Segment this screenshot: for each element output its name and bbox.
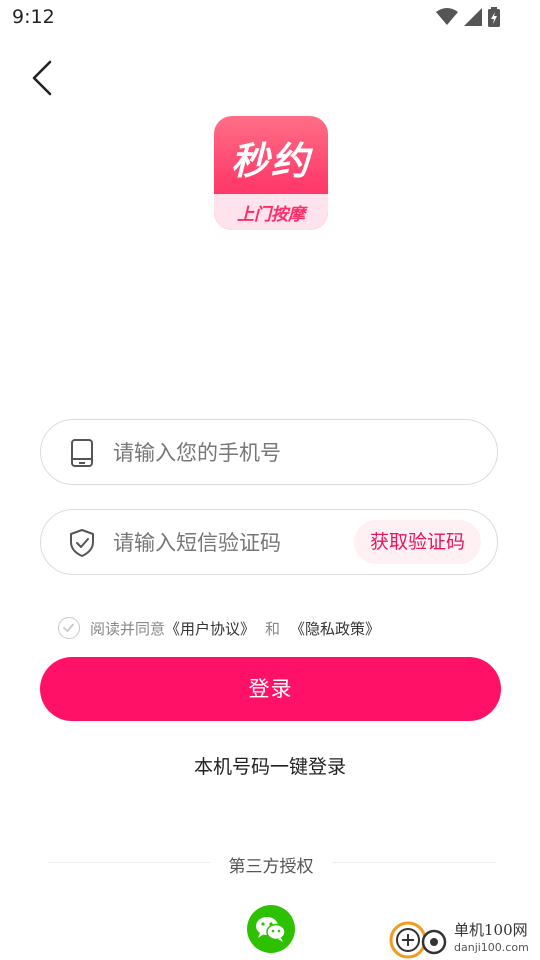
status-time: 9:12 xyxy=(12,6,55,28)
watermark-name: 单机100网 xyxy=(454,921,528,939)
privacy-policy-link[interactable]: 《隐私政策》 xyxy=(290,618,380,639)
watermark-logo-icon xyxy=(389,921,447,959)
agreement-and: 和 xyxy=(265,619,281,638)
wifi-icon xyxy=(436,8,458,25)
agreement-row: 阅读并同意 《用户协议》 和 《隐私政策》 xyxy=(58,617,380,639)
app-logo: 秒约 上门按摩 xyxy=(214,116,328,230)
shield-check-icon xyxy=(70,529,94,557)
login-button[interactable]: 登录 xyxy=(40,657,501,721)
wechat-login-button[interactable] xyxy=(247,905,295,953)
chevron-left-icon xyxy=(32,60,52,96)
agreement-checkbox[interactable] xyxy=(58,617,80,639)
user-agreement-link[interactable]: 《用户协议》 xyxy=(165,618,255,639)
code-field: 获取验证码 xyxy=(40,509,498,575)
check-circle-icon xyxy=(63,623,74,632)
back-button[interactable] xyxy=(26,58,60,98)
logo-subtitle: 上门按摩 xyxy=(237,205,305,225)
agreement-prefix: 阅读并同意 xyxy=(90,619,166,638)
phone-field xyxy=(40,419,498,485)
status-icons xyxy=(436,7,500,27)
code-input[interactable] xyxy=(113,526,373,560)
get-code-button[interactable]: 获取验证码 xyxy=(353,520,481,564)
signal-icon xyxy=(464,8,482,26)
divider-left xyxy=(48,862,210,863)
watermark: 单机100网 danji100.com xyxy=(388,918,538,960)
logo-title: 秒约 xyxy=(230,139,311,183)
battery-icon xyxy=(488,7,500,27)
wechat-icon xyxy=(256,917,286,942)
phone-icon xyxy=(71,439,93,467)
watermark-site: danji100.com xyxy=(454,941,529,954)
one-key-login-link[interactable]: 本机号码一键登录 xyxy=(0,752,540,779)
third-party-label: 第三方授权 xyxy=(228,857,314,877)
phone-input[interactable] xyxy=(113,436,373,470)
divider-right xyxy=(332,862,496,863)
